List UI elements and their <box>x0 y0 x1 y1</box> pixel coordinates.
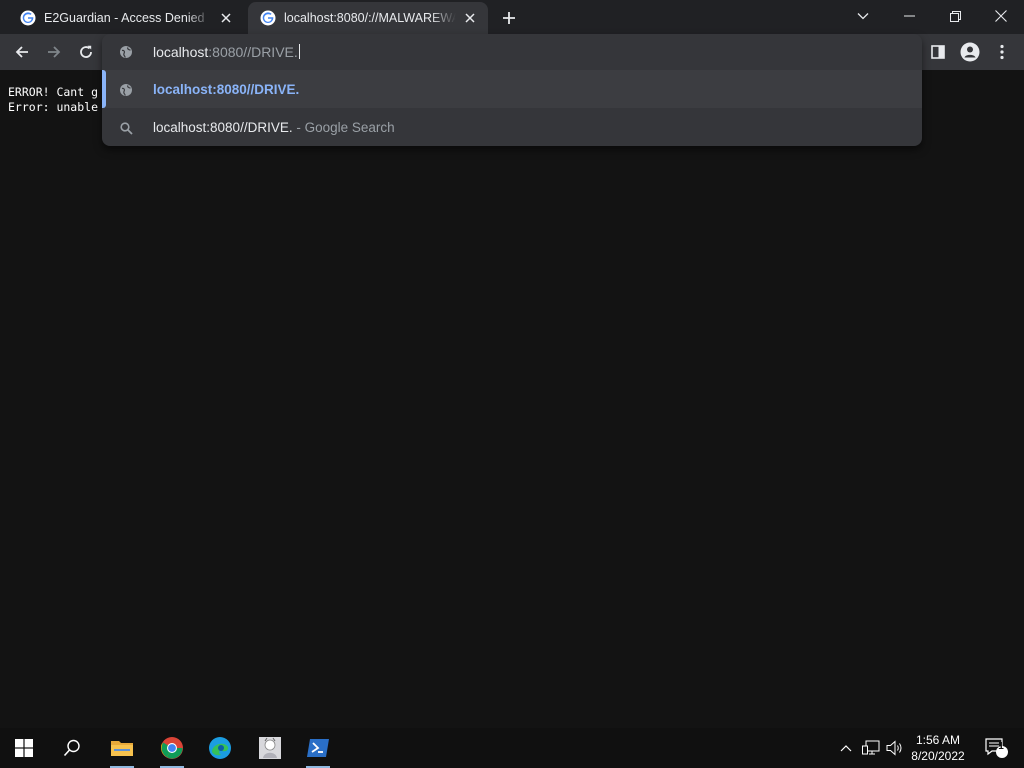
omnibox-popup: localhost:8080//DRIVE. localhost:8080//D… <box>102 34 922 146</box>
page-content: ERROR! Cant g Error: unable <box>0 70 1024 728</box>
reload-icon <box>80 45 92 58</box>
profile-icon <box>960 42 980 62</box>
powershell-icon <box>307 739 329 757</box>
kebab-menu-icon <box>1000 44 1004 60</box>
address-input[interactable]: localhost:8080//DRIVE. <box>153 44 300 60</box>
windows-logo-icon <box>15 739 33 757</box>
network-icon <box>862 740 880 755</box>
tab-search-button[interactable] <box>840 0 886 32</box>
chrome-menu-button[interactable] <box>988 38 1016 66</box>
volume-icon <box>886 740 902 756</box>
forward-arrow-icon <box>48 46 61 58</box>
volume-button[interactable] <box>884 728 906 768</box>
error-line: ERROR! Cant g <box>8 85 99 99</box>
side-panel-icon <box>931 45 945 59</box>
close-tab-icon[interactable] <box>462 10 478 26</box>
back-button[interactable] <box>8 38 36 66</box>
character-app-icon <box>259 737 281 759</box>
folder-icon <box>111 741 133 756</box>
reload-button[interactable] <box>72 38 100 66</box>
taskbar-clock[interactable]: 1:56 AM 8/20/2022 <box>906 732 970 764</box>
chevron-down-icon <box>857 13 869 20</box>
side-panel-button[interactable] <box>924 38 952 66</box>
new-tab-button[interactable] <box>498 7 520 29</box>
suggestion-search[interactable]: localhost:8080//DRIVE. - Google Search <box>102 108 922 146</box>
clock-time: 1:56 AM <box>915 733 961 747</box>
minimize-button[interactable] <box>886 0 932 32</box>
taskbar-edge[interactable] <box>196 728 244 768</box>
chevron-up-icon <box>840 745 852 752</box>
back-arrow-icon <box>15 46 28 58</box>
restore-icon <box>949 10 961 22</box>
url-path: :8080//DRIVE. <box>208 44 298 60</box>
chrome-icon <box>160 737 183 759</box>
tab-localhost[interactable]: localhost:8080/://MALWAREWATCH <box>248 2 488 34</box>
suggestion-url[interactable]: localhost:8080//DRIVE. <box>102 70 922 108</box>
clock-date: 8/20/2022 <box>911 749 965 763</box>
search-icon <box>63 739 80 757</box>
text-caret <box>298 44 300 59</box>
error-line: Error: unable <box>8 100 99 114</box>
tab-e2guardian[interactable]: E2Guardian - Access Denied <box>8 2 244 34</box>
taskbar-chrome[interactable] <box>148 728 196 768</box>
close-window-button[interactable] <box>978 0 1024 32</box>
suggestion-description: - Google Search <box>292 119 395 135</box>
taskbar: 1:56 AM 8/20/2022 1 <box>0 728 1024 768</box>
globe-icon <box>118 44 134 60</box>
google-g-icon <box>20 10 36 26</box>
taskbar-character-app[interactable] <box>246 728 294 768</box>
error-message: ERROR! Cant g Error: unable <box>8 85 98 115</box>
taskbar-file-explorer[interactable] <box>98 728 146 768</box>
suggestion-text: localhost:8080//DRIVE. <box>153 119 293 135</box>
minimize-icon <box>903 15 915 17</box>
forward-button[interactable] <box>40 38 68 66</box>
tab-strip: E2Guardian - Access Denied localhost:808… <box>0 0 1024 34</box>
edge-icon <box>209 737 231 759</box>
tab-title: E2Guardian - Access Denied <box>44 11 205 25</box>
taskbar-powershell[interactable] <box>294 728 342 768</box>
network-button[interactable] <box>860 728 882 768</box>
search-icon <box>118 120 134 136</box>
action-center-button[interactable]: 1 <box>976 728 1016 768</box>
google-g-icon <box>260 10 276 26</box>
close-tab-icon[interactable] <box>218 10 234 26</box>
start-button[interactable] <box>0 728 48 768</box>
show-hidden-icons-button[interactable] <box>836 728 856 768</box>
restore-button[interactable] <box>932 0 978 32</box>
tab-title: localhost:8080/://MALWAREWATCH <box>284 11 456 25</box>
globe-icon <box>118 82 134 98</box>
suggestion-text: localhost:8080//DRIVE. <box>153 81 300 97</box>
address-bar[interactable]: localhost:8080//DRIVE. <box>102 34 922 70</box>
plus-icon <box>503 12 515 24</box>
profile-button[interactable] <box>956 38 984 66</box>
close-icon <box>995 10 1007 22</box>
notification-count: 1 <box>998 741 1004 752</box>
taskbar-search-button[interactable] <box>48 728 96 768</box>
url-host: localhost <box>153 44 209 60</box>
